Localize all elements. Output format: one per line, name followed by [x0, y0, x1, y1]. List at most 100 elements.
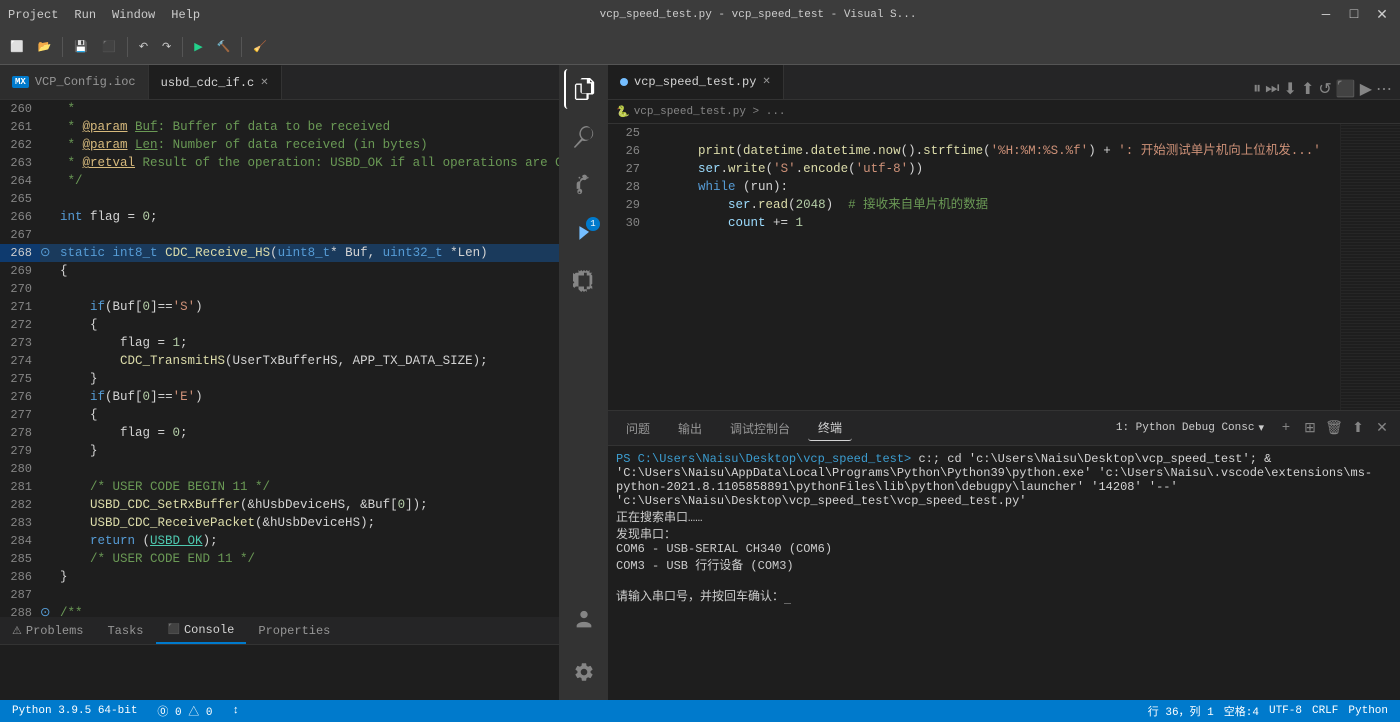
- code-line-288: 288 ⊙ /**: [0, 604, 559, 617]
- term-delete[interactable]: 🗑: [1324, 418, 1344, 438]
- code-line-270: 270: [0, 280, 559, 298]
- toolbar-save[interactable]: 💾: [68, 38, 94, 56]
- tab-tasks[interactable]: Tasks: [95, 617, 155, 644]
- window-controls: — □ ✕: [1316, 5, 1392, 25]
- terminal-tabs-bar: 问题 输出 调试控制台 终端 1: Python Debug Consc ▾ +…: [608, 411, 1400, 446]
- debug-stop[interactable]: ⬛: [1336, 79, 1356, 99]
- term-maximize[interactable]: ⬆: [1348, 418, 1368, 438]
- code-scroll[interactable]: 260 * 261 * @param Buf: Buffer of data t…: [0, 100, 559, 617]
- code-line-278: 278 flag = 0;: [0, 424, 559, 442]
- code-line-266: 266 int flag = 0;: [0, 208, 559, 226]
- debug-restart[interactable]: ↺: [1318, 79, 1331, 99]
- menu-window[interactable]: Window: [112, 8, 155, 22]
- menu-run[interactable]: Run: [74, 8, 96, 22]
- code-line-282: 282 USBD_CDC_SetRxBuffer(&hUsbDeviceHS, …: [0, 496, 559, 514]
- right-code-line-28: 28 while (run):: [608, 178, 1340, 196]
- tab-usbd-cdc[interactable]: usbd_cdc_if.c ✕: [149, 65, 282, 99]
- tab-properties[interactable]: Properties: [246, 617, 342, 644]
- right-code-scroll[interactable]: 25 26 print(datetime.datetime.now().strf…: [608, 124, 1340, 410]
- code-line-286: 286 }: [0, 568, 559, 586]
- close-tab-right[interactable]: ✕: [762, 76, 770, 88]
- right-code-line-26: 26 print(datetime.datetime.now().strftim…: [608, 142, 1340, 160]
- code-line-275: 275 }: [0, 370, 559, 388]
- code-line-267: 267: [0, 226, 559, 244]
- activity-source-control[interactable]: [564, 165, 604, 205]
- status-sync[interactable]: ↕: [228, 705, 243, 717]
- status-language[interactable]: Python: [1344, 703, 1392, 719]
- code-line-276: 276 if(Buf[0]=='E'): [0, 388, 559, 406]
- activity-search[interactable]: [564, 117, 604, 157]
- close-tab-usbd[interactable]: ✕: [260, 77, 268, 89]
- status-bar: Python 3.9.5 64-bit ⓪ 0 △ 0 ↕ 行 36，列 1 空…: [0, 700, 1400, 722]
- code-line-279: 279 }: [0, 442, 559, 460]
- term-tab-output[interactable]: 输出: [668, 416, 712, 441]
- right-code-line-25: 25: [608, 124, 1340, 142]
- right-split: vcp_speed_test.py ✕ ⏸ ⏭ ⬇ ⬆ ↺ ⬛ ▶ ⋯ 🐍 vc…: [608, 65, 1400, 700]
- toolbar-redo[interactable]: ↷: [156, 38, 177, 56]
- status-eol[interactable]: CRLF: [1308, 703, 1342, 719]
- terminal-icons: + ⊞ 🗑 ⬆ ✕: [1276, 418, 1392, 438]
- term-close[interactable]: ✕: [1372, 418, 1392, 438]
- code-line-268: 268 ⊙ static int8_t CDC_Receive_HS(uint8…: [0, 244, 559, 262]
- debug-step-out[interactable]: ⬆: [1301, 79, 1314, 99]
- debug-pause[interactable]: ⏸: [1253, 80, 1261, 98]
- minimize-button[interactable]: —: [1316, 5, 1336, 25]
- code-line-272: 272 {: [0, 316, 559, 334]
- tab-console[interactable]: ⬛ Console: [156, 617, 247, 644]
- toolbar-open[interactable]: 📂: [32, 38, 58, 56]
- toolbar-build[interactable]: 🔨: [211, 38, 237, 56]
- activity-run-debug[interactable]: [564, 213, 604, 253]
- term-tab-problems[interactable]: 问题: [616, 416, 660, 441]
- minimap: [1340, 124, 1400, 410]
- terminal-line-com3: COM3 - USB 行行设备 (COM3): [616, 556, 1392, 573]
- code-line-263: 263 * @retval Result of the operation: U…: [0, 154, 559, 172]
- toolbar-run[interactable]: ▶: [188, 38, 208, 56]
- code-line-283: 283 USBD_CDC_ReceivePacket(&hUsbDeviceHS…: [0, 514, 559, 532]
- tab-problems[interactable]: ⚠ Problems: [0, 617, 95, 644]
- right-code-line-27: 27 ser.write('S'.encode('utf-8')): [608, 160, 1340, 178]
- more-options[interactable]: ⋯: [1376, 79, 1392, 99]
- term-tab-debug-console[interactable]: 调试控制台: [720, 416, 800, 441]
- toolbar-saveall[interactable]: ⬛: [96, 38, 122, 56]
- right-code-with-minimap: 25 26 print(datetime.datetime.now().strf…: [608, 124, 1400, 410]
- activity-bar: [560, 65, 608, 700]
- code-line-284: 284 return (USBD_OK);: [0, 532, 559, 550]
- activity-settings[interactable]: [564, 652, 604, 692]
- code-line-287: 287: [0, 586, 559, 604]
- code-line-285: 285 /* USER CODE END 11 */: [0, 550, 559, 568]
- term-new[interactable]: +: [1276, 418, 1296, 438]
- terminal-dropdown[interactable]: 1: Python Debug Consc ▾: [1116, 421, 1264, 435]
- term-split[interactable]: ⊞: [1300, 418, 1320, 438]
- menu-project[interactable]: Project: [8, 8, 58, 22]
- activity-explorer[interactable]: [564, 69, 604, 109]
- toolbar-undo[interactable]: ↶: [133, 38, 154, 56]
- status-python[interactable]: Python 3.9.5 64-bit: [8, 705, 141, 717]
- tab-vcp-speed-test[interactable]: vcp_speed_test.py ✕: [608, 65, 784, 99]
- term-tab-terminal[interactable]: 终端: [808, 415, 852, 441]
- code-line-281: 281 /* USER CODE BEGIN 11 */: [0, 478, 559, 496]
- status-indent[interactable]: 空格:4: [1220, 703, 1263, 719]
- terminal-panel: 问题 输出 调试控制台 终端 1: Python Debug Consc ▾ +…: [608, 410, 1400, 700]
- run-button[interactable]: ▶: [1360, 79, 1372, 99]
- menu-help[interactable]: Help: [171, 8, 200, 22]
- code-line-274: 274 CDC_TransmitHS(UserTxBufferHS, APP_T…: [0, 352, 559, 370]
- close-button[interactable]: ✕: [1372, 5, 1392, 25]
- breadcrumb: 🐍 vcp_speed_test.py > ...: [608, 100, 1400, 124]
- status-errors[interactable]: ⓪ 0 △ 0: [153, 703, 216, 719]
- maximize-button[interactable]: □: [1344, 5, 1364, 25]
- activity-account[interactable]: [564, 600, 604, 640]
- terminal-line-search: 正在搜索串口……: [616, 508, 1392, 525]
- toolbar-new[interactable]: ⬜: [4, 38, 30, 56]
- tab-modified-indicator: [620, 78, 628, 86]
- terminal-content[interactable]: PS C:\Users\Naisu\Desktop\vcp_speed_test…: [608, 446, 1400, 700]
- tab-vcp-config[interactable]: MX VCP_Config.ioc: [0, 65, 149, 99]
- left-editor-tabs: MX VCP_Config.ioc usbd_cdc_if.c ✕: [0, 65, 559, 100]
- activity-extensions[interactable]: [564, 261, 604, 301]
- status-encoding[interactable]: UTF-8: [1265, 703, 1306, 719]
- right-code-line-29: 29 ser.read(2048) # 接收来自单片机的数据: [608, 196, 1340, 214]
- debug-step-over[interactable]: ⏭: [1265, 80, 1279, 98]
- debug-step-into[interactable]: ⬇: [1284, 79, 1297, 99]
- toolbar-clean[interactable]: 🧹: [247, 38, 273, 56]
- right-code-line-30: 30 count += 1: [608, 214, 1340, 232]
- status-line-col[interactable]: 行 36，列 1: [1144, 703, 1218, 719]
